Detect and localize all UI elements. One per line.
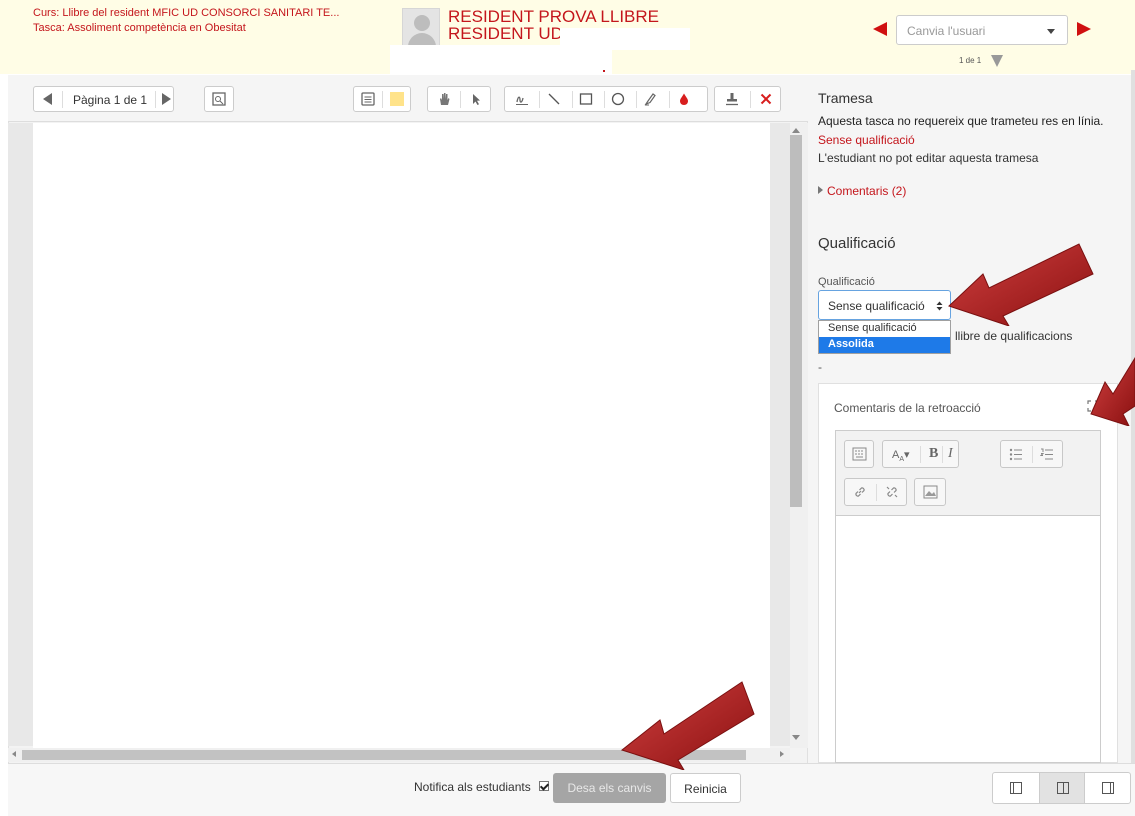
page-navigation: Pàgina 1 de 1 [33, 86, 174, 112]
reset-button[interactable]: Reinicia [670, 773, 741, 803]
grade-label: Qualificació [818, 276, 875, 288]
font-style-icon[interactable]: AA▾ [892, 448, 910, 467]
layout-collapse-review-button[interactable] [1085, 773, 1131, 803]
layout-collapse-grade-button[interactable] [993, 773, 1039, 803]
keyboard-icon [852, 447, 867, 461]
stamp-delete-group [714, 86, 781, 112]
comments-link: Comentaris (2) [827, 184, 907, 198]
grade-option[interactable]: Sense qualificació [819, 321, 950, 337]
toolbar-toggle-button[interactable] [844, 440, 874, 468]
user-count: 1 de 1 [959, 56, 982, 65]
annotation-toolbar: Pàgina 1 de 1 [8, 75, 808, 122]
save-changes-button[interactable]: Desa els canvis [553, 773, 666, 803]
notify-students-checkbox[interactable] [539, 781, 549, 791]
red-dot [603, 70, 605, 72]
comment-tool-group [353, 86, 411, 112]
insert-image-button[interactable] [914, 478, 946, 506]
submission-heading: Tramesa [818, 90, 873, 106]
scroll-up-icon[interactable] [792, 128, 800, 133]
delete-x-icon[interactable] [759, 92, 773, 106]
grader-page: Curs: Llibre del resident MFIC UD CONSOR… [0, 0, 1135, 816]
list-group [1000, 440, 1063, 468]
user-avatar [402, 8, 440, 46]
grade-dash: - [818, 360, 822, 374]
unlink-icon[interactable] [885, 485, 899, 499]
comments-toggle[interactable]: Comentaris (2) [818, 184, 906, 198]
stamp-icon[interactable] [725, 92, 739, 106]
layout-switcher [992, 772, 1131, 804]
format-group: AA▾ B I [882, 440, 959, 468]
task-link[interactable]: Tasca: Assoliment competència en Obesita… [33, 22, 246, 34]
caret-right-icon [818, 186, 823, 194]
scrollbar-thumb[interactable] [790, 135, 802, 507]
image-icon [923, 485, 938, 499]
layout-right-icon [1102, 782, 1114, 794]
layout-left-icon [1010, 782, 1022, 794]
italic-icon[interactable]: I [948, 447, 953, 461]
filter-icon[interactable] [991, 55, 1003, 67]
comment-icon[interactable] [361, 92, 375, 106]
previous-page-icon[interactable] [43, 93, 52, 105]
change-user-select[interactable]: Canvia l'usuari [896, 15, 1068, 45]
line-icon[interactable] [547, 92, 561, 106]
drawing-tools [504, 86, 708, 112]
feedback-label: Comentaris de la retroacció [834, 401, 981, 415]
layout-default-button[interactable] [1039, 773, 1085, 803]
notify-students-label: Notifica als estudiants [414, 780, 531, 794]
chevron-down-icon [1047, 29, 1055, 34]
cursor-icon[interactable] [469, 92, 483, 106]
vertical-scrollbar[interactable] [790, 123, 808, 748]
search-comments-icon [212, 92, 226, 106]
grade-options-list: Sense qualificació Assolida [818, 320, 951, 354]
numbered-list-icon[interactable] [1040, 448, 1054, 461]
student-name-line1: RESIDENT PROVA LLIBRE [448, 7, 659, 26]
bold-icon[interactable]: B [929, 447, 938, 461]
page-label[interactable]: Pàgina 1 de 1 [73, 93, 147, 107]
grade-heading: Qualificació [818, 235, 896, 252]
grade-selected-value: Sense qualificació [828, 299, 925, 313]
no-online-text: Aquesta tasca no requereix que trameteu … [818, 114, 1104, 128]
scroll-right-icon[interactable] [780, 751, 784, 757]
callout-arrow-icon [620, 681, 755, 770]
editor-toolbar: AA▾ B I [835, 430, 1101, 516]
layout-split-icon [1057, 782, 1069, 794]
highlighter-icon[interactable] [643, 92, 657, 106]
pan-select-group [427, 86, 491, 112]
link-icon[interactable] [853, 485, 867, 499]
next-user-arrow-icon[interactable] [1077, 22, 1091, 36]
document-page[interactable] [33, 123, 770, 748]
scroll-left-icon[interactable] [12, 751, 16, 757]
link-group [844, 478, 907, 506]
grade-select[interactable]: Sense qualificació [818, 290, 951, 320]
edit-status: L'estudiant no pot editar aquesta trames… [818, 151, 1039, 165]
comment-colour-icon[interactable] [390, 92, 404, 106]
updown-icon [936, 301, 943, 311]
pen-icon[interactable] [515, 92, 529, 106]
grader-header: Curs: Llibre del resident MFIC UD CONSOR… [0, 0, 1135, 89]
grade-option-selected[interactable]: Assolida [819, 337, 950, 353]
gradebook-text: llibre de qualificacions [955, 329, 1073, 343]
scroll-down-icon[interactable] [792, 735, 800, 740]
rectangle-icon[interactable] [579, 92, 593, 106]
previous-user-arrow-icon[interactable] [873, 22, 887, 36]
grading-status: Sense qualificació [818, 133, 915, 147]
next-page-icon[interactable] [162, 93, 171, 105]
callout-arrow-icon [948, 243, 1094, 326]
bullet-list-icon[interactable] [1009, 448, 1023, 461]
search-comments-button[interactable] [204, 86, 234, 112]
colour-drop-icon[interactable] [677, 92, 691, 106]
oval-icon[interactable] [611, 92, 625, 106]
callout-arrow-icon [1090, 357, 1135, 426]
hand-icon[interactable] [437, 92, 451, 106]
course-link[interactable]: Curs: Llibre del resident MFIC UD CONSOR… [33, 7, 339, 19]
change-user-placeholder: Canvia l'usuari [907, 24, 986, 38]
